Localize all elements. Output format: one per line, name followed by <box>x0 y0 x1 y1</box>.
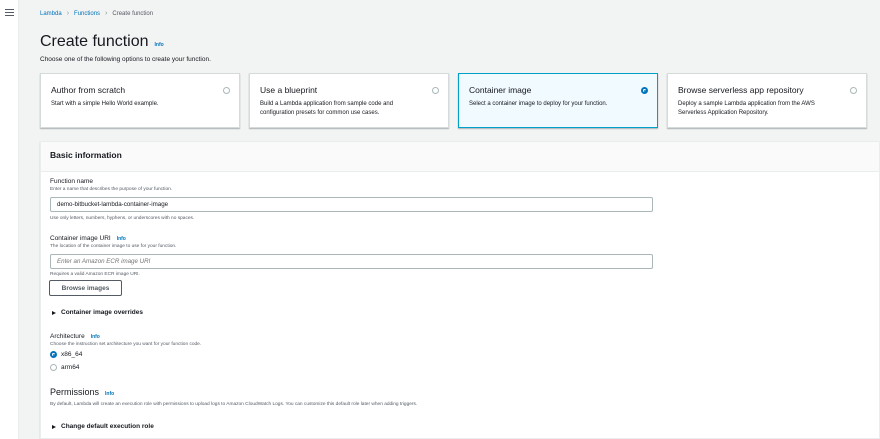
option-description: Serverless Application Repository. <box>678 110 769 116</box>
option-title: Browse serverless app repository <box>678 85 804 95</box>
image-uri-label-row: Container image URI Info <box>50 235 126 242</box>
architecture-option-arm64[interactable]: arm64 <box>50 364 79 371</box>
chevron-right-icon: › <box>105 10 108 17</box>
architecture-label: Architecture <box>50 333 85 340</box>
expander-label: Change default execution role <box>61 423 154 430</box>
permissions-title: Permissions <box>50 387 100 397</box>
hamburger-menu-icon[interactable] <box>5 9 14 16</box>
container-image-overrides-expander[interactable]: Container image overrides <box>52 309 143 316</box>
option-browse-serverless-repo[interactable]: Browse serverless app repository Deploy … <box>667 73 867 128</box>
change-execution-role-expander[interactable]: Change default execution role <box>52 423 154 430</box>
architecture-option-label: arm64 <box>61 364 80 371</box>
option-description: Deploy a sample Lambda application from … <box>678 101 815 107</box>
permissions-info-link[interactable]: Info <box>105 391 114 397</box>
basic-information-panel: Basic information Function name Enter a … <box>40 141 880 439</box>
option-radio[interactable] <box>432 87 439 94</box>
breadcrumb-functions[interactable]: Functions <box>74 11 100 17</box>
image-uri-label: Container image URI <box>50 235 111 242</box>
breadcrumb: Lambda › Functions › Create function <box>40 10 153 17</box>
option-description: Start with a simple Hello World example. <box>51 101 159 107</box>
page-info-link[interactable]: Info <box>155 42 164 48</box>
architecture-description: Choose the instruction set architecture … <box>50 342 202 347</box>
function-name-input[interactable] <box>50 197 653 212</box>
browse-images-button[interactable]: Browse images <box>49 280 122 296</box>
radio-unselected[interactable] <box>50 364 57 371</box>
option-title: Container image <box>469 85 532 95</box>
side-navigation-strip <box>0 0 19 439</box>
option-title: Use a blueprint <box>260 85 318 95</box>
option-description: Build a Lambda application from sample c… <box>260 101 394 107</box>
architecture-label-row: Architecture Info <box>50 333 100 340</box>
option-radio-selected[interactable] <box>641 87 648 94</box>
chevron-right-icon: › <box>66 10 70 17</box>
function-name-label: Function name <box>50 178 93 185</box>
option-author-from-scratch[interactable]: Author from scratch Start with a simple … <box>40 73 240 128</box>
radio-selected[interactable] <box>50 351 57 358</box>
page-description: Choose one of the following options to c… <box>40 56 211 63</box>
architecture-option-label: x86_64 <box>61 351 83 358</box>
option-title: Author from scratch <box>51 85 126 95</box>
image-uri-description: The location of the container image to u… <box>50 244 177 249</box>
image-uri-constraint: Requires a valid Amazon ECR image URI. <box>50 272 140 277</box>
option-use-a-blueprint[interactable]: Use a blueprint Build a Lambda applicati… <box>249 73 449 128</box>
image-uri-input[interactable] <box>50 254 653 269</box>
page-title: Create function <box>40 33 149 50</box>
architecture-option-x86-64[interactable]: x86_64 <box>50 351 82 358</box>
option-description: configuration presets for common use cas… <box>260 110 380 116</box>
option-container-image[interactable]: Container image Select a container image… <box>458 73 658 128</box>
function-name-constraint: Use only letters, numbers, hyphens, or u… <box>50 216 195 221</box>
architecture-info-link[interactable]: Info <box>91 334 100 340</box>
option-radio[interactable] <box>223 87 230 94</box>
option-radio[interactable] <box>850 87 857 94</box>
caret-right-icon <box>52 424 56 429</box>
page-title-row: Create function Info <box>40 33 164 51</box>
expander-label: Container image overrides <box>61 309 143 316</box>
breadcrumb-lambda[interactable]: Lambda <box>40 11 62 17</box>
breadcrumb-current: Create function <box>112 10 154 17</box>
permissions-title-row: Permissions Info <box>50 387 114 397</box>
function-name-description: Enter a name that describes the purpose … <box>50 187 173 192</box>
caret-right-icon <box>52 310 56 315</box>
permissions-description: By default, Lambda will create an execut… <box>50 402 418 407</box>
image-uri-info-link[interactable]: Info <box>117 236 126 242</box>
panel-header: Basic information <box>41 142 879 172</box>
option-description: Select a container image to deploy for y… <box>469 101 608 107</box>
